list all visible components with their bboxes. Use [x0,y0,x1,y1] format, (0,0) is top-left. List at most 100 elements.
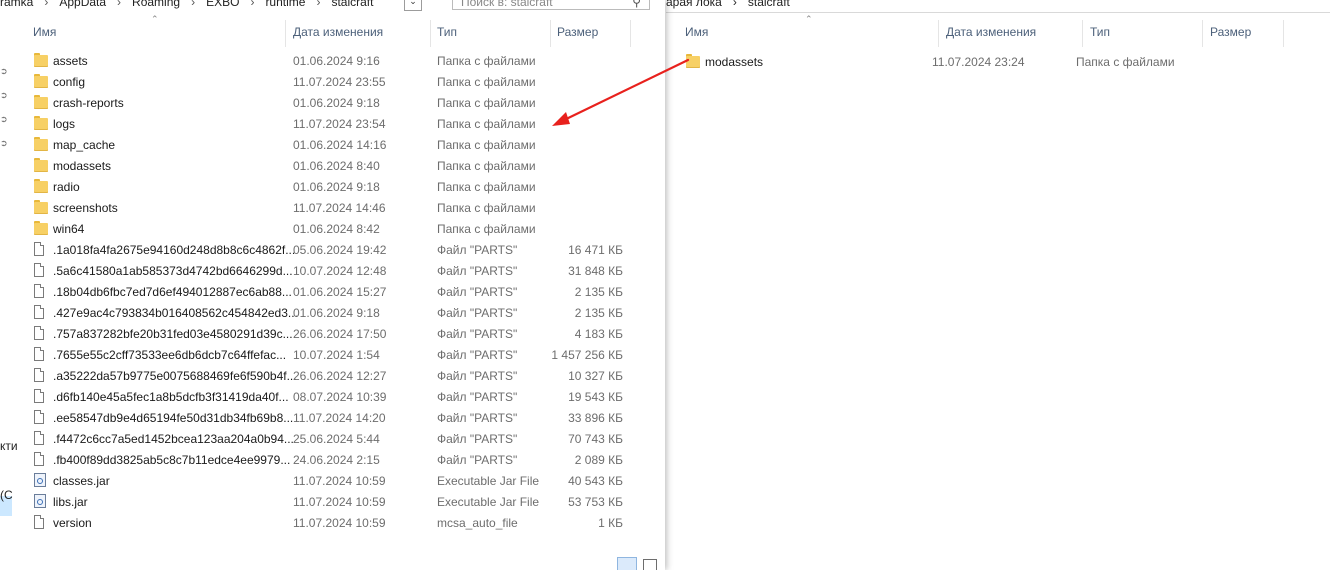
folder-row[interactable]: modassets 11.07.2024 23:24 Папка с файлами [682,51,1282,72]
address-bar[interactable]: ramka › AppData › Roaming › EXBO › runtime › stalc… [0,0,420,11]
file-name: .f4472c6cc7a5ed1452bcea123aa204a0b94... [53,432,294,446]
pin-icon[interactable]: ➲ [0,138,8,149]
breadcrumb-item[interactable]: Roaming [132,0,180,9]
file-date: 24.06.2024 2:15 [293,453,380,467]
file-date: 11.07.2024 14:46 [293,201,386,215]
pin-icon[interactable]: ➲ [0,66,8,77]
column-divider[interactable] [938,20,939,47]
column-divider[interactable] [285,20,286,47]
breadcrumb-separator-icon[interactable]: › [191,0,195,9]
folder-row[interactable]: logs 11.07.2024 23:54 Папка с файлами [30,113,630,134]
folder-row[interactable]: assets 01.06.2024 9:16 Папка с файлами [30,50,630,71]
file-date: 11.07.2024 10:59 [293,516,386,530]
file-date: 11.07.2024 23:55 [293,75,386,89]
column-date[interactable]: Дата изменения [293,25,383,39]
file-name: .18b04db6fbc7ed7d6ef494012887ec6ab88... [53,285,292,299]
breadcrumb-item[interactable]: runtime [265,0,305,9]
file-row[interactable]: .a35222da57b9775e0075688469fe6f590b4f...… [30,365,630,386]
folder-row[interactable]: map_cache 01.06.2024 14:16 Папка с файлами [30,134,630,155]
column-name[interactable]: Имя [685,25,708,39]
file-date: 25.06.2024 5:44 [293,432,380,446]
file-icon [34,452,44,466]
file-name: .427e9ac4c793834b016408562c454842ed3... [53,306,298,320]
file-row[interactable]: .fb400f89dd3825ab5c8c7b11edce4ee9979... 2… [30,449,630,470]
column-divider[interactable] [630,20,631,47]
folder-icon [34,74,48,88]
column-divider[interactable] [1202,20,1203,47]
file-size: 70 743 КБ [568,432,623,446]
column-divider[interactable] [1082,20,1083,47]
column-name[interactable]: Имя [33,25,56,39]
file-row[interactable]: .757a837282bfe20b31fed03e4580291d39c... 2… [30,323,630,344]
folder-row[interactable]: config 11.07.2024 23:55 Папка с файлами [30,71,630,92]
file-type: Файл "PARTS" [437,285,518,299]
breadcrumb-item[interactable]: stalcraft [748,0,790,9]
nav-item-label[interactable]: (С [0,488,13,502]
column-divider[interactable] [550,20,551,47]
file-type: Executable Jar File [437,495,540,509]
breadcrumb-item[interactable]: ramka [0,0,33,9]
jar-file-icon [34,473,46,487]
breadcrumb-item[interactable]: арая лока [666,0,722,9]
file-name: .1a018fa4fa2675e94160d248d8b8c6c4862f... [53,243,296,257]
address-dropdown-button[interactable]: ⌄ [404,0,422,11]
folder-icon [34,179,48,193]
file-row[interactable]: .5a6c41580a1ab585373d4742bd6646299d... 10… [30,260,630,281]
file-name: config [53,75,86,89]
breadcrumb-item[interactable]: AppData [59,0,106,9]
column-type[interactable]: Тип [437,25,457,39]
breadcrumb-item[interactable]: EXBO [206,0,239,9]
file-type: Файл "PARTS" [437,432,518,446]
folder-row[interactable]: modassets 01.06.2024 8:40 Папка с файлами [30,155,630,176]
file-row[interactable]: .d6fb140e45a5fec1a8b5dcfb3f31419da40f...… [30,386,630,407]
file-row[interactable]: version 11.07.2024 10:59 mcsa_auto_file 1 К… [30,512,630,533]
column-size[interactable]: Размер [557,25,598,39]
pin-icon[interactable]: ➲ [0,90,8,101]
pin-icon[interactable]: ➲ [0,114,8,125]
folder-row[interactable]: crash-reports 01.06.2024 9:18 Папка с файл… [30,92,630,113]
large-icons-view-button[interactable] [643,559,657,570]
file-date: 26.06.2024 12:27 [293,369,387,383]
folder-row[interactable]: screenshots 11.07.2024 14:46 Папка с файла… [30,197,630,218]
file-row[interactable]: .f4472c6cc7a5ed1452bcea123aa204a0b94... 2… [30,428,630,449]
breadcrumb-separator-icon[interactable]: › [117,0,121,9]
column-size[interactable]: Размер [1210,25,1251,39]
search-input[interactable]: Поиск в: stalcraft ⚲ [452,0,650,10]
folder-row[interactable]: win64 01.06.2024 8:42 Папка с файлами [30,218,630,239]
file-date: 01.06.2024 15:27 [293,285,387,299]
folder-row[interactable]: radio 01.06.2024 9:18 Папка с файлами [30,176,630,197]
breadcrumb-separator-icon[interactable]: › [316,0,320,9]
file-type: Папка с файлами [437,201,536,215]
file-type: Файл "PARTS" [437,348,518,362]
column-divider[interactable] [1283,20,1284,47]
breadcrumb-separator-icon[interactable]: › [733,0,737,9]
column-divider[interactable] [430,20,431,47]
file-date: 01.06.2024 8:40 [293,159,380,173]
file-row[interactable]: .7655e55c2cff73533ee6db6dcb7c64ffefac...… [30,344,630,365]
column-header: ⌃ Имя Дата изменения Тип Размер [666,12,1330,47]
file-type: Файл "PARTS" [437,264,518,278]
file-type: Папка с файлами [437,117,536,131]
file-row[interactable]: .1a018fa4fa2675e94160d248d8b8c6c4862f...… [30,239,630,260]
breadcrumb[interactable]: арая лока › stalcraft [666,0,801,9]
file-row[interactable]: .427e9ac4c793834b016408562c454842ed3... 0… [30,302,630,323]
details-view-button[interactable] [617,557,637,570]
file-date: 08.07.2024 10:39 [293,390,387,404]
file-type: Папка с файлами [437,75,536,89]
search-icon[interactable]: ⚲ [632,0,641,9]
column-date[interactable]: Дата изменения [946,25,1036,39]
file-name: map_cache [53,138,116,152]
sort-caret-icon: ⌃ [805,14,813,24]
nav-item-label[interactable]: кти [0,439,18,453]
column-type[interactable]: Тип [1090,25,1110,39]
file-row[interactable]: .18b04db6fbc7ed7d6ef494012887ec6ab88... 0… [30,281,630,302]
file-row[interactable]: .ee58547db9e4d65194fe50d31db34fb69b8... 1… [30,407,630,428]
file-row[interactable]: libs.jar 11.07.2024 10:59 Executable Jar F… [30,491,630,512]
file-row[interactable]: classes.jar 11.07.2024 10:59 Executable Ja… [30,470,630,491]
file-type: Папка с файлами [1076,55,1175,69]
breadcrumb-separator-icon[interactable]: › [44,0,48,9]
jar-file-icon [34,494,46,508]
breadcrumb-separator-icon[interactable]: › [250,0,254,9]
file-name: radio [53,180,80,194]
breadcrumb-item[interactable]: stalcraft [331,0,373,9]
